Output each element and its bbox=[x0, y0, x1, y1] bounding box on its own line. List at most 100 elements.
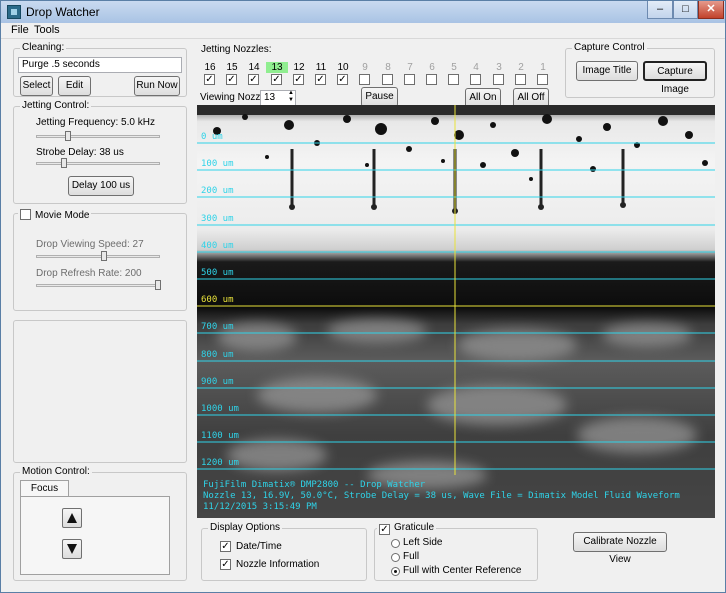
nozzle-checkbox-14[interactable]: ✓ bbox=[248, 74, 259, 85]
graticule-label: 1200 um bbox=[201, 458, 239, 468]
spinner-arrows-icon[interactable]: ▲ ▼ bbox=[288, 90, 294, 104]
minimize-button[interactable]: – bbox=[647, 1, 673, 19]
menu-bar: File Tools bbox=[1, 23, 725, 38]
nozzle-number-6: 6 bbox=[429, 62, 435, 73]
datetime-checkbox[interactable]: ✓ bbox=[220, 541, 231, 552]
calibrate-nozzle-view-button[interactable]: Calibrate Nozzle View bbox=[573, 532, 667, 565]
jetting-nozzles-group: Jetting Nozzles: 16 ✓ 15 ✓ 14 ✓ 13 ✓ 12 ✓ 11 ✓ 10 ✓ 9 8… bbox=[197, 44, 557, 108]
cleaning-title: Cleaning: bbox=[20, 42, 67, 53]
graticule-label: 900 um bbox=[201, 377, 234, 387]
focus-up-button[interactable] bbox=[62, 508, 82, 528]
full-center-label: Full with Center Reference bbox=[403, 565, 522, 576]
nozzle-number-5: 5 bbox=[451, 62, 457, 73]
nozzle-info-label: Nozzle Information bbox=[236, 559, 320, 570]
viewing-nozzle-value: 13 bbox=[264, 92, 276, 103]
drop-viewing-speed-track bbox=[36, 255, 160, 258]
jetting-frequency-slider[interactable] bbox=[65, 131, 71, 141]
nozzle-checkbox-7[interactable] bbox=[404, 74, 415, 85]
nozzle-number-4: 4 bbox=[473, 62, 479, 73]
jetting-control-title: Jetting Control: bbox=[20, 100, 92, 111]
movie-mode-group: Movie Mode Drop Viewing Speed: 27 Drop R… bbox=[13, 207, 187, 311]
graticule-label: 0 um bbox=[201, 132, 223, 142]
run-now-button[interactable]: Run Now bbox=[134, 76, 180, 96]
movie-mode-label: Movie Mode bbox=[35, 210, 90, 221]
datetime-label: Date/Time bbox=[236, 541, 282, 552]
full-radio[interactable] bbox=[391, 553, 400, 562]
nozzle-checkbox-13[interactable]: ✓ bbox=[271, 74, 282, 85]
nozzle-number-1: 1 bbox=[540, 62, 546, 73]
edit-button[interactable]: Edit bbox=[58, 76, 91, 96]
nozzle-checkbox-16[interactable]: ✓ bbox=[204, 74, 215, 85]
nozzle-number-12: 12 bbox=[293, 62, 305, 73]
nozzle-number-3: 3 bbox=[496, 62, 502, 73]
select-button[interactable]: Select bbox=[20, 76, 53, 96]
graticule-label: 700 um bbox=[201, 322, 234, 332]
graticule-title: ✓ Graticule bbox=[377, 522, 437, 535]
nozzle-number-8: 8 bbox=[385, 62, 391, 73]
motion-control-title: Motion Control: bbox=[20, 466, 92, 477]
nozzle-info-checkbox[interactable]: ✓ bbox=[220, 559, 231, 570]
capture-image-button[interactable]: Capture Image bbox=[643, 61, 707, 95]
drop-watcher-view[interactable]: 0 um 100 um 200 um 300 um 400 um 500 um 600 um… bbox=[197, 105, 715, 518]
empty-panel bbox=[13, 320, 187, 463]
drop-viewing-speed-slider[interactable] bbox=[101, 251, 107, 261]
drop-refresh-rate-slider[interactable] bbox=[155, 280, 161, 290]
window-title: Drop Watcher bbox=[26, 5, 100, 19]
graticule-label: 400 um bbox=[201, 241, 234, 251]
graticule-label: 600 um bbox=[201, 295, 234, 305]
nozzle-checkbox-1[interactable] bbox=[537, 74, 548, 85]
nozzle-checkbox-3[interactable] bbox=[493, 74, 504, 85]
capture-control-group: Capture Control Image Title Capture Imag… bbox=[565, 42, 715, 98]
pause-button[interactable]: Pause bbox=[361, 87, 398, 107]
nozzle-checkbox-6[interactable] bbox=[426, 74, 437, 85]
left-side-label: Left Side bbox=[403, 537, 443, 548]
nozzle-checkbox-15[interactable]: ✓ bbox=[226, 74, 237, 85]
nozzle-checkbox-5[interactable] bbox=[448, 74, 459, 85]
cleaning-group: Cleaning: Purge .5 seconds Select Edit R… bbox=[13, 42, 187, 97]
graticule-checkbox[interactable]: ✓ bbox=[379, 524, 390, 535]
movie-mode-title: Movie Mode bbox=[18, 207, 92, 221]
jetting-nozzles-title: Jetting Nozzles: bbox=[199, 44, 274, 55]
nozzle-number-10: 10 bbox=[337, 62, 349, 73]
menu-tools[interactable]: Tools bbox=[34, 24, 60, 36]
image-title-button[interactable]: Image Title bbox=[576, 61, 638, 81]
graticule-label: 800 um bbox=[201, 350, 234, 360]
graticule-label: 200 um bbox=[201, 186, 234, 196]
nozzle-number-9: 9 bbox=[362, 62, 368, 73]
jetting-frequency-track bbox=[36, 135, 160, 138]
overlay-line-1: FujiFilm Dimatix® DMP2800 -- Drop Watche… bbox=[203, 480, 426, 490]
left-side-radio[interactable] bbox=[391, 539, 400, 548]
arrow-up-icon bbox=[67, 513, 77, 523]
strobe-delay-label: Strobe Delay: 38 us bbox=[36, 147, 124, 158]
focus-down-button[interactable] bbox=[62, 539, 82, 559]
close-button[interactable]: ✕ bbox=[698, 1, 724, 19]
drop-watcher-window: Drop Watcher – □ ✕ File Tools Cleaning: … bbox=[0, 0, 726, 593]
nozzle-checkbox-12[interactable]: ✓ bbox=[293, 74, 304, 85]
viewing-nozzle-spinner[interactable]: 13 ▲ ▼ bbox=[260, 90, 296, 106]
graticule-group: ✓ Graticule Left Side Full Full with Cent… bbox=[374, 522, 538, 581]
display-options-group: Display Options ✓ Date/Time ✓ Nozzle Inf… bbox=[201, 522, 367, 581]
nozzle-checkbox-4[interactable] bbox=[470, 74, 481, 85]
strobe-delay-track bbox=[36, 162, 160, 165]
tab-focus[interactable]: Focus bbox=[20, 480, 69, 497]
arrow-down-icon bbox=[67, 544, 77, 554]
nozzle-checkbox-11[interactable]: ✓ bbox=[315, 74, 326, 85]
nozzle-checkbox-8[interactable] bbox=[382, 74, 393, 85]
strobe-delay-slider[interactable] bbox=[61, 158, 67, 168]
full-center-radio[interactable] bbox=[391, 567, 400, 576]
menu-file[interactable]: File bbox=[11, 24, 29, 36]
overlay-line-2: Nozzle 13, 16.9V, 50.0°C, Strobe Delay =… bbox=[203, 491, 680, 501]
drop-viewing-speed-label: Drop Viewing Speed: 27 bbox=[36, 239, 144, 250]
main-content: Cleaning: Purge .5 seconds Select Edit R… bbox=[1, 38, 725, 592]
drop-refresh-rate-label: Drop Refresh Rate: 200 bbox=[36, 268, 142, 279]
nozzle-checkbox-2[interactable] bbox=[515, 74, 526, 85]
movie-mode-checkbox[interactable] bbox=[20, 209, 31, 220]
app-icon bbox=[7, 5, 21, 19]
maximize-button[interactable]: □ bbox=[673, 1, 698, 19]
nozzle-checkbox-9[interactable] bbox=[359, 74, 370, 85]
delay-100-button[interactable]: Delay 100 us bbox=[68, 176, 134, 196]
title-bar[interactable]: Drop Watcher – □ ✕ bbox=[1, 1, 725, 23]
graticule-label: 500 um bbox=[201, 268, 234, 278]
nozzle-checkbox-10[interactable]: ✓ bbox=[337, 74, 348, 85]
cleaning-procedure-field[interactable]: Purge .5 seconds bbox=[18, 57, 182, 73]
